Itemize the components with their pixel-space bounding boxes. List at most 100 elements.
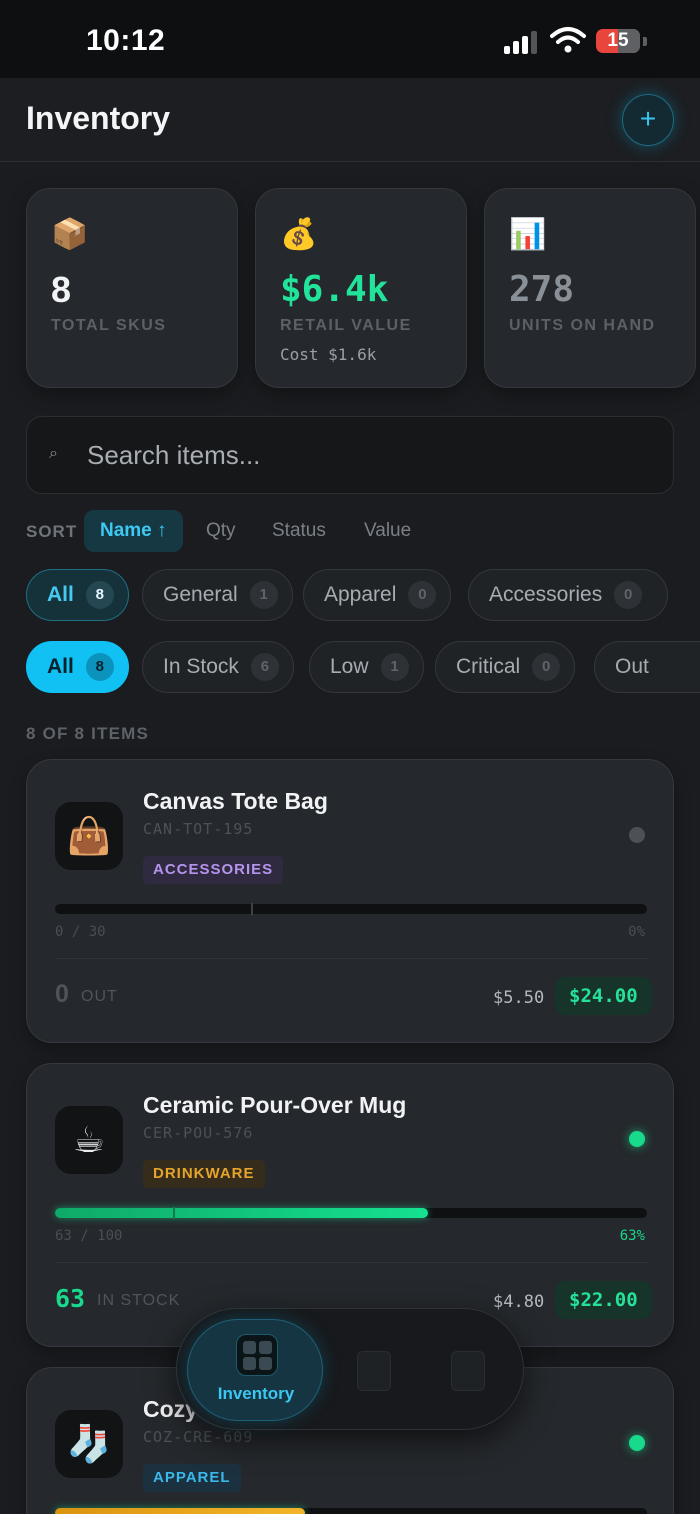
chip-label: All [47,583,74,606]
stock-percent: 0% [628,924,645,940]
chip-count: 1 [249,581,278,609]
status-chip-low[interactable]: Low 1 [309,641,424,693]
quantity-value: 63 [55,1284,86,1313]
divider [55,958,647,959]
stock-bar-fill [55,1208,428,1218]
stock-bar-fill [55,1508,305,1514]
stock-ratio: 63 / 100 [55,1228,123,1244]
stock-status-label: OUT [81,988,118,1005]
item-name: Canvas Tote Bag [143,788,328,814]
item-sku: COZ-CRE-609 [143,1428,254,1446]
coffee-cup-icon: ☕ [55,1106,123,1174]
status-time: 10:12 [86,24,166,57]
status-dot [629,827,645,843]
item-name: Ceramic Pour-Over Mug [143,1092,407,1118]
nav-tab-label: Inventory [217,1384,295,1403]
category-chip-all[interactable]: All 8 [26,569,129,621]
status-chip-in-stock[interactable]: In Stock 6 [142,641,294,693]
stock-bar [55,1508,647,1514]
nav-tab-list-icon[interactable] [451,1351,485,1391]
item-price: $24.00 [555,977,652,1015]
socks-icon: 🧦 [55,1410,123,1478]
nav-tab-document-icon[interactable] [357,1351,391,1391]
chip-label: In Stock [163,655,239,678]
chip-count: 0 [614,581,643,609]
sort-label: SORT [26,522,78,541]
search-icon: ⌕ [49,445,58,462]
item-price: $22.00 [555,1281,652,1319]
battery-icon: 15 [596,29,640,53]
quantity-value: 0 [55,980,69,1008]
grid-icon [236,1334,278,1376]
items-count: 8 OF 8 ITEMS [26,724,150,743]
chip-label: Accessories [489,583,603,606]
chip-label: Critical [456,655,521,678]
divider [55,1262,647,1263]
stat-value: 278 [509,269,575,310]
chip-label: Out [615,655,649,678]
status-bar: 10:12 15 [0,0,700,78]
item-category-tag: ACCESSORIES [143,856,284,884]
stat-card-units-on-hand: 📊 278 UNITS ON HAND [484,188,696,388]
battery-level: 15 [607,30,629,51]
stock-status-label: IN STOCK [97,1292,181,1309]
page-title: Inventory [26,100,171,136]
nav-tab-inventory[interactable]: Inventory [187,1319,323,1421]
status-chip-critical[interactable]: Critical 0 [435,641,576,693]
item-sku: CER-POU-576 [143,1124,254,1142]
chip-count: 0 [532,653,561,681]
category-chip-general[interactable]: General 1 [142,569,293,621]
status-dot [629,1131,645,1147]
stat-value: 8 [51,269,72,310]
chip-label: All [47,655,74,678]
chip-count: 0 [408,581,437,609]
add-item-button[interactable]: + [622,94,674,146]
chip-count: 1 [380,653,409,681]
item-cost: $4.80 [493,1292,545,1312]
package-icon: 📦 [51,218,89,251]
item-category-tag: APPAREL [143,1464,241,1492]
category-chip-apparel[interactable]: Apparel 0 [303,569,452,621]
stat-label: UNITS ON HAND [509,317,656,334]
search-bar: ⌕ [26,416,674,494]
stat-card-total-skus: 📦 8 TOTAL SKUS [26,188,238,388]
sort-option-name[interactable]: Name ↑ [84,510,183,552]
bottom-nav: Inventory [176,1308,524,1430]
stat-subtext: Cost $1.6k [280,345,377,364]
inventory-item-card[interactable]: 👜 Canvas Tote Bag CAN-TOT-195 ACCESSORIE… [26,759,674,1043]
stat-card-retail-value: 💰 $6.4k RETAIL VALUE Cost $1.6k [255,188,467,388]
handbag-icon: 👜 [55,802,123,870]
chip-label: Low [330,655,369,678]
sort-option-value[interactable]: Value [348,510,427,552]
bar-chart-icon: 📊 [509,218,547,251]
sort-option-qty[interactable]: Qty [190,510,252,552]
stock-bar [55,903,647,915]
chip-label: Apparel [324,583,397,606]
battery-tip [643,37,647,46]
status-chip-all[interactable]: All 8 [26,641,129,693]
category-chip-accessories[interactable]: Accessories 0 [468,569,668,621]
status-dot [629,1435,645,1451]
item-sku: CAN-TOT-195 [143,820,254,838]
wifi-icon [550,27,586,53]
stat-value: $6.4k [280,269,389,310]
stock-bar [55,1207,647,1219]
chip-label: General [163,583,238,606]
search-input[interactable] [87,417,657,493]
inventory-item-card[interactable]: ☕ Ceramic Pour-Over Mug CER-POU-576 DRIN… [26,1063,674,1347]
item-category-tag: DRINKWARE [143,1160,265,1188]
app-header: Inventory + [0,78,700,162]
stat-label: RETAIL VALUE [280,317,412,334]
item-cost: $5.50 [493,988,545,1008]
sort-option-status[interactable]: Status [256,510,342,552]
chip-count: 8 [85,653,114,681]
stat-label: TOTAL SKUS [51,317,167,334]
stock-percent: 63% [619,1228,645,1244]
reorder-marker [251,903,253,915]
stock-ratio: 0 / 30 [55,924,106,940]
cellular-signal-icon [504,30,540,54]
chip-count: 6 [250,653,279,681]
status-chip-out[interactable]: Out [594,641,700,693]
chip-count: 8 [85,581,114,609]
money-bag-icon: 💰 [280,218,318,251]
